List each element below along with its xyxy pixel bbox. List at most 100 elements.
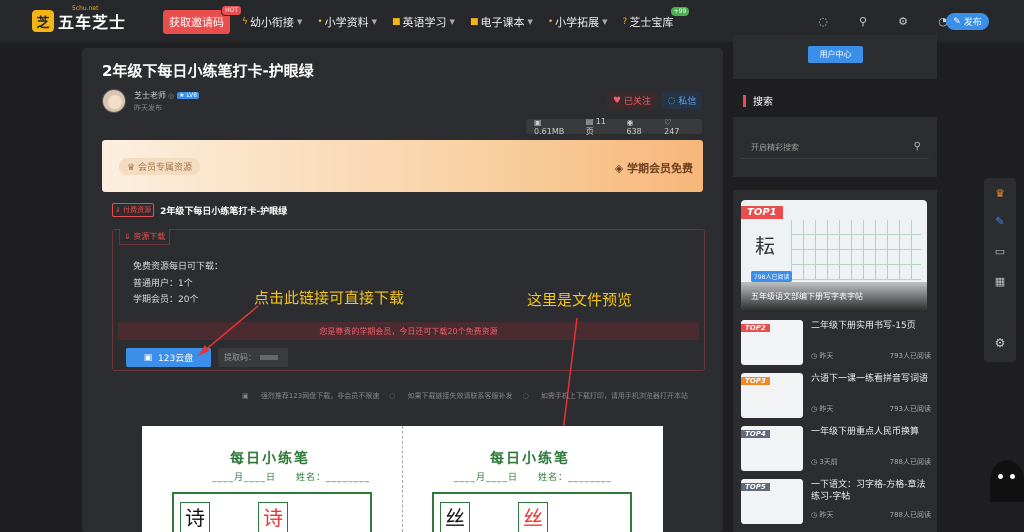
pencil-icon[interactable]: ✎ — [993, 214, 1007, 228]
section-accent-bar — [743, 94, 746, 107]
count-badge: +99 — [670, 7, 690, 16]
search-icon[interactable]: ⚲ — [914, 141, 921, 152]
settings-gear-icon[interactable]: ⚙ — [984, 328, 1016, 358]
main-nav: 获取邀请码 HOT ϟ 幼小衔接 ▼ • 小学资料 ▼ ■ 英语学习 ▼ ■ 电子课本 ▼ • 小… — [163, 5, 690, 34]
item-time: ◷ 3天前 — [811, 458, 838, 466]
item-reads: 793人已阅读 — [889, 405, 931, 413]
nav-item-expansion[interactable]: • 小学拓展 ▼ — [548, 14, 608, 30]
hint-item: ◌ 如果下载链接失效请联系客服补发 — [389, 392, 513, 400]
top1-card[interactable]: TOP1 耘 798人已阅读 五年级语文部编下册写字表字帖 — [741, 200, 927, 310]
avatar[interactable] — [102, 89, 126, 113]
sheet-title-right: 每日小练笔 — [490, 451, 570, 467]
file-preview[interactable]: 每日小练笔 ____月____日 姓名：________ 诗 诗 每日小练笔 _… — [142, 426, 663, 532]
rule-line: 免费资源每日可下载： — [133, 262, 224, 272]
chevron-down-icon: ▼ — [527, 18, 533, 26]
list-item[interactable]: TOP2 二年级下册实用书写-15页 ◷ 昨天 793人已阅读 — [741, 320, 931, 366]
search-title: 搜索 — [753, 97, 773, 108]
file-size: ▣ 0.61MB — [534, 117, 565, 136]
grid-char: 丝 — [440, 502, 470, 532]
vip-banner: ♛ 会员专属资源 ◈ 学期会员免费 — [102, 140, 703, 192]
post-button[interactable]: ✎ 发布 — [946, 13, 989, 30]
author-name[interactable]: 芝士老师 — [134, 90, 166, 101]
qrcode-icon[interactable]: ▦ — [993, 274, 1007, 288]
vip-free-link[interactable]: ◈ 学期会员免费 — [615, 160, 693, 176]
chat-icon[interactable]: ▭ — [993, 244, 1007, 258]
level-badge: ★ LV8 — [177, 92, 200, 99]
top-ranking-list: TOP1 耘 798人已阅读 五年级语文部编下册写字表字帖 TOP2 二年级下册… — [733, 190, 937, 532]
question-icon: ? — [622, 17, 628, 27]
item-title: 二年级下册实用书写-15页 — [811, 321, 916, 331]
item-thumbnail: TOP3 — [741, 373, 803, 418]
paid-resource-tag: ⇓ 付费资源 — [112, 203, 155, 217]
top1-thumbnail-grid — [791, 220, 921, 280]
nav-item-preschool[interactable]: ϟ 幼小衔接 ▼ — [242, 14, 302, 30]
annotation-download: 点击此链接可直接下载 — [254, 289, 405, 307]
extract-code[interactable]: 提取码： — [218, 348, 288, 367]
item-thumbnail: TOP4 — [741, 426, 803, 471]
chevron-down-icon: ▼ — [371, 18, 378, 26]
rank-tag: TOP2 — [741, 324, 770, 332]
chevron-down-icon: ▼ — [296, 18, 303, 26]
resource-header: ⇓ 付费资源 2年级下每日小练笔打卡-护眼绿 — [112, 203, 287, 217]
list-item[interactable]: TOP5 一下语文：习字格-方格-章法练习-字帖 ◷ 昨天 788人已阅读 — [741, 479, 931, 525]
cloud-label: 123云盘 — [158, 354, 194, 364]
invite-code-label: 获取邀请码 — [169, 16, 224, 29]
rank-tag: TOP3 — [741, 377, 770, 385]
search-input[interactable]: 开启精彩搜索 ⚲ — [741, 137, 929, 159]
nav-item-treasury[interactable]: ? 芝士宝库 +99 — [622, 7, 690, 30]
follow-button[interactable]: ♥ 已关注 — [607, 92, 657, 109]
cloud-download-button[interactable]: ▣ 123云盘 — [126, 348, 211, 367]
list-item[interactable]: TOP3 六语下一课一练看拼音写词语 ◷ 昨天 793人已阅读 — [741, 373, 931, 419]
item-title: 一年级下册重点人民币换算 — [811, 427, 920, 437]
message-label: 私信 — [678, 97, 697, 107]
paid-tag-label: 付费资源 — [123, 206, 152, 214]
search-widget: 开启精彩搜索 ⚲ — [733, 117, 937, 177]
page-divider — [402, 426, 403, 532]
item-title: 一下语文：习字格-方格-章法练习-字帖 — [811, 480, 926, 502]
gear-icon[interactable]: ⚙ — [895, 13, 911, 29]
logo-subtext: 5chu.net — [72, 5, 99, 12]
nav-item-primary-materials[interactable]: • 小学资料 ▼ — [317, 14, 377, 30]
post-label: 发布 — [963, 18, 982, 28]
writing-grid-right: 丝 丝 — [432, 492, 632, 532]
search-icon[interactable]: ⚲ — [855, 13, 871, 29]
vip-left-label: 会员专属资源 — [137, 163, 192, 173]
article-card: 2年级下每日小练笔打卡-护眼绿 芝士老师 ◎ ★ LV8 昨天发布 ♥ 已关注 … — [82, 48, 723, 532]
message-button[interactable]: ◌ 私信 — [662, 92, 702, 109]
level-label: LV8 — [186, 92, 198, 99]
download-hints: ▣ 强烈推荐123网盘下载，非会员不限速 ◌ 如果下载链接失效请联系客服补发 ◌… — [232, 391, 688, 401]
vip-exclusive-badge: ♛ 会员专属资源 — [119, 158, 200, 175]
hint-text: 强烈推荐123网盘下载，非会员不限速 — [260, 392, 380, 400]
nav-label: 电子课本 — [480, 16, 525, 29]
bulb-icon[interactable]: ◌ — [815, 13, 831, 29]
site-logo[interactable]: 芝 五车芝士 5chu.net — [32, 5, 126, 33]
grid-char: 丝 — [518, 502, 548, 532]
bolt-icon: ϟ — [242, 17, 248, 27]
nav-label: 幼小衔接 — [249, 16, 294, 29]
cat-mascot-icon[interactable] — [990, 460, 1024, 502]
pin-icon: • — [317, 17, 323, 27]
item-time-value: 昨天 — [819, 352, 834, 360]
search-section-title: 搜索 — [743, 93, 773, 108]
item-time: ◷ 昨天 — [811, 352, 834, 360]
resource-stats: ▣ 0.61MB ▤ 11页 ◉ 638 ♡ 247 — [526, 117, 702, 136]
rule-line: 学期会员：20个 — [133, 295, 199, 305]
writing-grid-left: 诗 诗 — [172, 492, 372, 532]
view-count-value: 638 — [626, 126, 642, 136]
nav-item-english[interactable]: ■ 英语学习 ▼ — [392, 14, 455, 30]
list-item[interactable]: TOP4 一年级下册重点人民币换算 ◷ 3天前 788人已阅读 — [741, 426, 931, 472]
document-icon: ■ — [469, 17, 479, 27]
resource-title: 2年级下每日小练笔打卡-护眼绿 — [160, 206, 288, 217]
user-center-button[interactable]: 用户中心 — [808, 46, 863, 63]
top1-reads: 798人已阅读 — [751, 271, 793, 282]
post-time: 昨天发布 — [134, 104, 162, 112]
like-count[interactable]: ♡ 247 — [664, 118, 694, 136]
nav-item-ebooks[interactable]: ■ 电子课本 ▼ — [470, 14, 533, 30]
author-line: 芝士老师 ◎ ★ LV8 — [134, 90, 200, 101]
invite-code-button[interactable]: 获取邀请码 HOT — [163, 5, 242, 34]
extract-code-mask — [260, 355, 278, 360]
crown-icon[interactable]: ♛ — [993, 186, 1007, 200]
item-time-value: 3天前 — [819, 458, 838, 466]
sheet-title-left: 每日小练笔 — [230, 451, 310, 467]
rule-line: 普通用户：1个 — [133, 278, 193, 289]
